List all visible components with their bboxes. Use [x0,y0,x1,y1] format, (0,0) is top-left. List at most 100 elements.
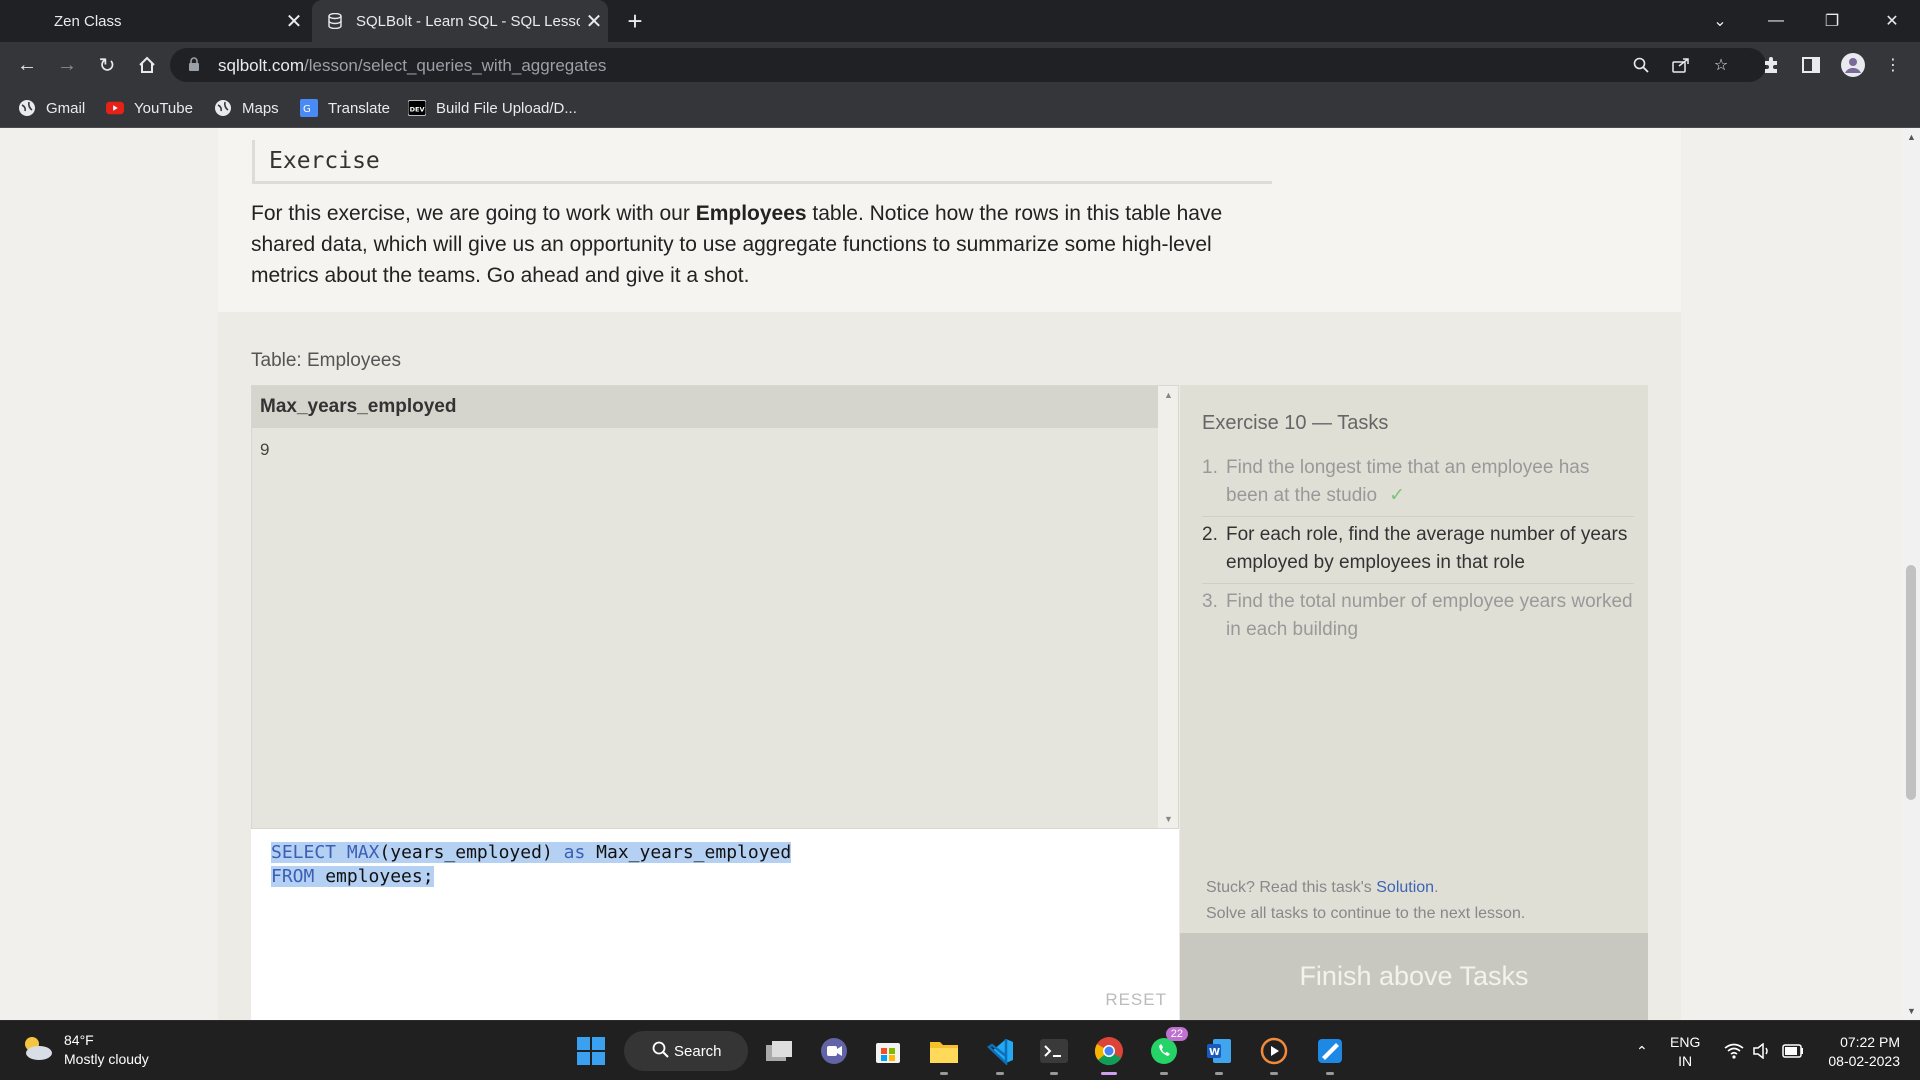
scrollbar-thumb[interactable] [1906,565,1916,800]
page-title: Exercise [269,148,380,174]
extensions-icon[interactable] [1756,50,1786,80]
column-header: Max_years_employed [260,396,457,417]
running-indicator [1101,1072,1117,1075]
minimize-button[interactable]: — [1748,0,1804,42]
scroll-up-icon[interactable]: ▲ [1164,390,1173,400]
code-line: SELECT MAX(years_employed) as Max_years_… [271,841,792,865]
forward-icon[interactable]: → [50,48,84,82]
system-clock[interactable]: 07:22 PM 08-02-2023 [1820,1033,1900,1071]
finish-tasks-button[interactable]: Finish above Tasks [1180,933,1648,1020]
results-scrollbar[interactable]: ▲ ▼ [1158,386,1178,828]
teams-chat-icon[interactable] [814,1031,854,1071]
scroll-down-icon[interactable]: ▼ [1164,814,1173,824]
task-text: Find the total number of employee years … [1226,591,1633,640]
close-icon[interactable]: ✕ [280,7,308,35]
back-icon[interactable]: ← [10,48,44,82]
side-panel-icon[interactable] [1796,50,1826,80]
window-close-button[interactable]: ✕ [1864,0,1920,42]
tab-sqlbolt[interactable]: SQLBolt - Learn SQL - SQL Lesson ✕ [312,0,608,42]
region-code: IN [1678,1053,1693,1069]
table-cell: 9 [260,440,270,459]
running-indicator [1160,1072,1168,1075]
sql-editor[interactable]: SELECT MAX(years_employed) as Max_years_… [251,829,1179,1020]
globe-icon [214,99,232,117]
url-host: sqlbolt.com [218,56,304,75]
scroll-up-icon[interactable]: ▲ [1907,132,1916,142]
vscode-icon[interactable] [980,1031,1020,1075]
star-icon[interactable]: ☆ [1710,54,1732,76]
tab-title: Zen Class [54,12,122,30]
battery-icon[interactable] [1782,1021,1804,1080]
url-path: /lesson/select_queries_with_aggregates [303,56,607,75]
whatsapp-icon[interactable]: 22 [1144,1027,1188,1075]
reset-button[interactable]: RESET [1105,990,1167,1010]
reload-icon[interactable]: ↻ [90,48,124,82]
solution-link[interactable]: Solution [1376,879,1434,896]
url-text: sqlbolt.com/lesson/select_queries_with_a… [218,56,606,76]
bookmark-youtube[interactable]: YouTube [106,96,193,120]
restore-button[interactable]: ❐ [1804,0,1860,42]
scroll-down-icon[interactable]: ▼ [1907,1006,1916,1016]
file-explorer-icon[interactable] [924,1031,964,1075]
lock-icon [188,57,200,77]
volume-icon[interactable] [1752,1021,1772,1080]
weather-desc: Mostly cloudy [64,1051,149,1067]
microsoft-store-icon[interactable] [868,1031,908,1071]
tab-search-icon[interactable]: ⌄ [1692,0,1748,42]
keyword: FROM [271,866,315,887]
code-text: Max_years_employed [585,842,792,863]
table-label: Table: Employees [251,350,401,371]
exercise-heading: Exercise [252,140,1272,184]
bookmark-build-file-upload[interactable]: DEV Build File Upload/D... [408,96,577,120]
keyword: SELECT [271,842,337,863]
hint-text: Stuck? Read this task's [1206,879,1377,896]
exercise-intro: For this exercise, we are going to work … [251,198,1261,291]
task-text: Find the longest time that an employee h… [1226,457,1590,506]
task-number: 1. [1202,457,1218,478]
results-table: Max_years_employed 9 ▲ ▼ [251,385,1179,829]
database-icon [326,12,344,30]
language-indicator[interactable]: ENG IN [1670,1033,1700,1071]
translate-icon: G [300,99,318,117]
browser-toolbar: ← → ↻ sqlbolt.com/lesson/select_queries_… [0,42,1920,88]
weather-widget[interactable]: 84°F Mostly cloudy [20,1031,149,1069]
home-icon[interactable] [130,48,164,82]
tab-strip: Zen Class ✕ SQLBolt - Learn SQL - SQL Le… [0,0,1920,42]
terminal-icon[interactable] [1034,1031,1074,1075]
task-view-icon[interactable] [760,1031,800,1071]
new-tab-button[interactable]: + [618,6,652,36]
media-player-icon[interactable] [1254,1031,1294,1075]
divider [1202,583,1634,584]
show-hidden-icons[interactable]: ⌃ [1636,1021,1648,1080]
code-line: FROM employees; [271,865,791,889]
clock-date: 08-02-2023 [1828,1053,1900,1069]
close-icon[interactable]: ✕ [580,7,608,35]
code-area[interactable]: SELECT MAX(years_employed) as Max_years_… [271,841,792,889]
svg-text:G: G [303,104,311,115]
chrome-icon[interactable] [1089,1031,1129,1075]
menu-icon[interactable]: ⋮ [1878,50,1908,80]
windows-start-icon[interactable] [571,1031,611,1071]
bookmark-gmail[interactable]: Gmail [18,96,85,120]
photo-editor-icon[interactable] [1310,1031,1350,1075]
running-indicator [996,1072,1004,1075]
profile-avatar[interactable] [1838,50,1868,80]
address-bar[interactable]: sqlbolt.com/lesson/select_queries_with_a… [170,48,1766,82]
page-scrollbar[interactable]: ▲ ▼ [1902,128,1920,1020]
bookmark-maps[interactable]: Maps [214,96,279,120]
task-item-1: 1. Find the longest time that an employe… [1202,454,1634,510]
taskbar-search[interactable]: Search [624,1031,748,1071]
wifi-icon[interactable] [1724,1021,1744,1080]
word-icon[interactable]: W [1199,1031,1239,1075]
youtube-icon [106,99,124,117]
search-icon[interactable] [1630,54,1652,76]
lesson-content: Exercise For this exercise, we are going… [218,128,1681,1020]
share-icon[interactable] [1670,54,1692,76]
bookmark-label: YouTube [134,99,193,117]
bookmark-translate[interactable]: G Translate [300,96,390,120]
table-header: Max_years_employed [252,386,1158,428]
bookmark-label: Translate [328,99,390,117]
running-indicator [940,1072,948,1075]
intro-bold: Employees [695,202,807,225]
tab-zen-class[interactable]: Zen Class ✕ [18,0,308,42]
